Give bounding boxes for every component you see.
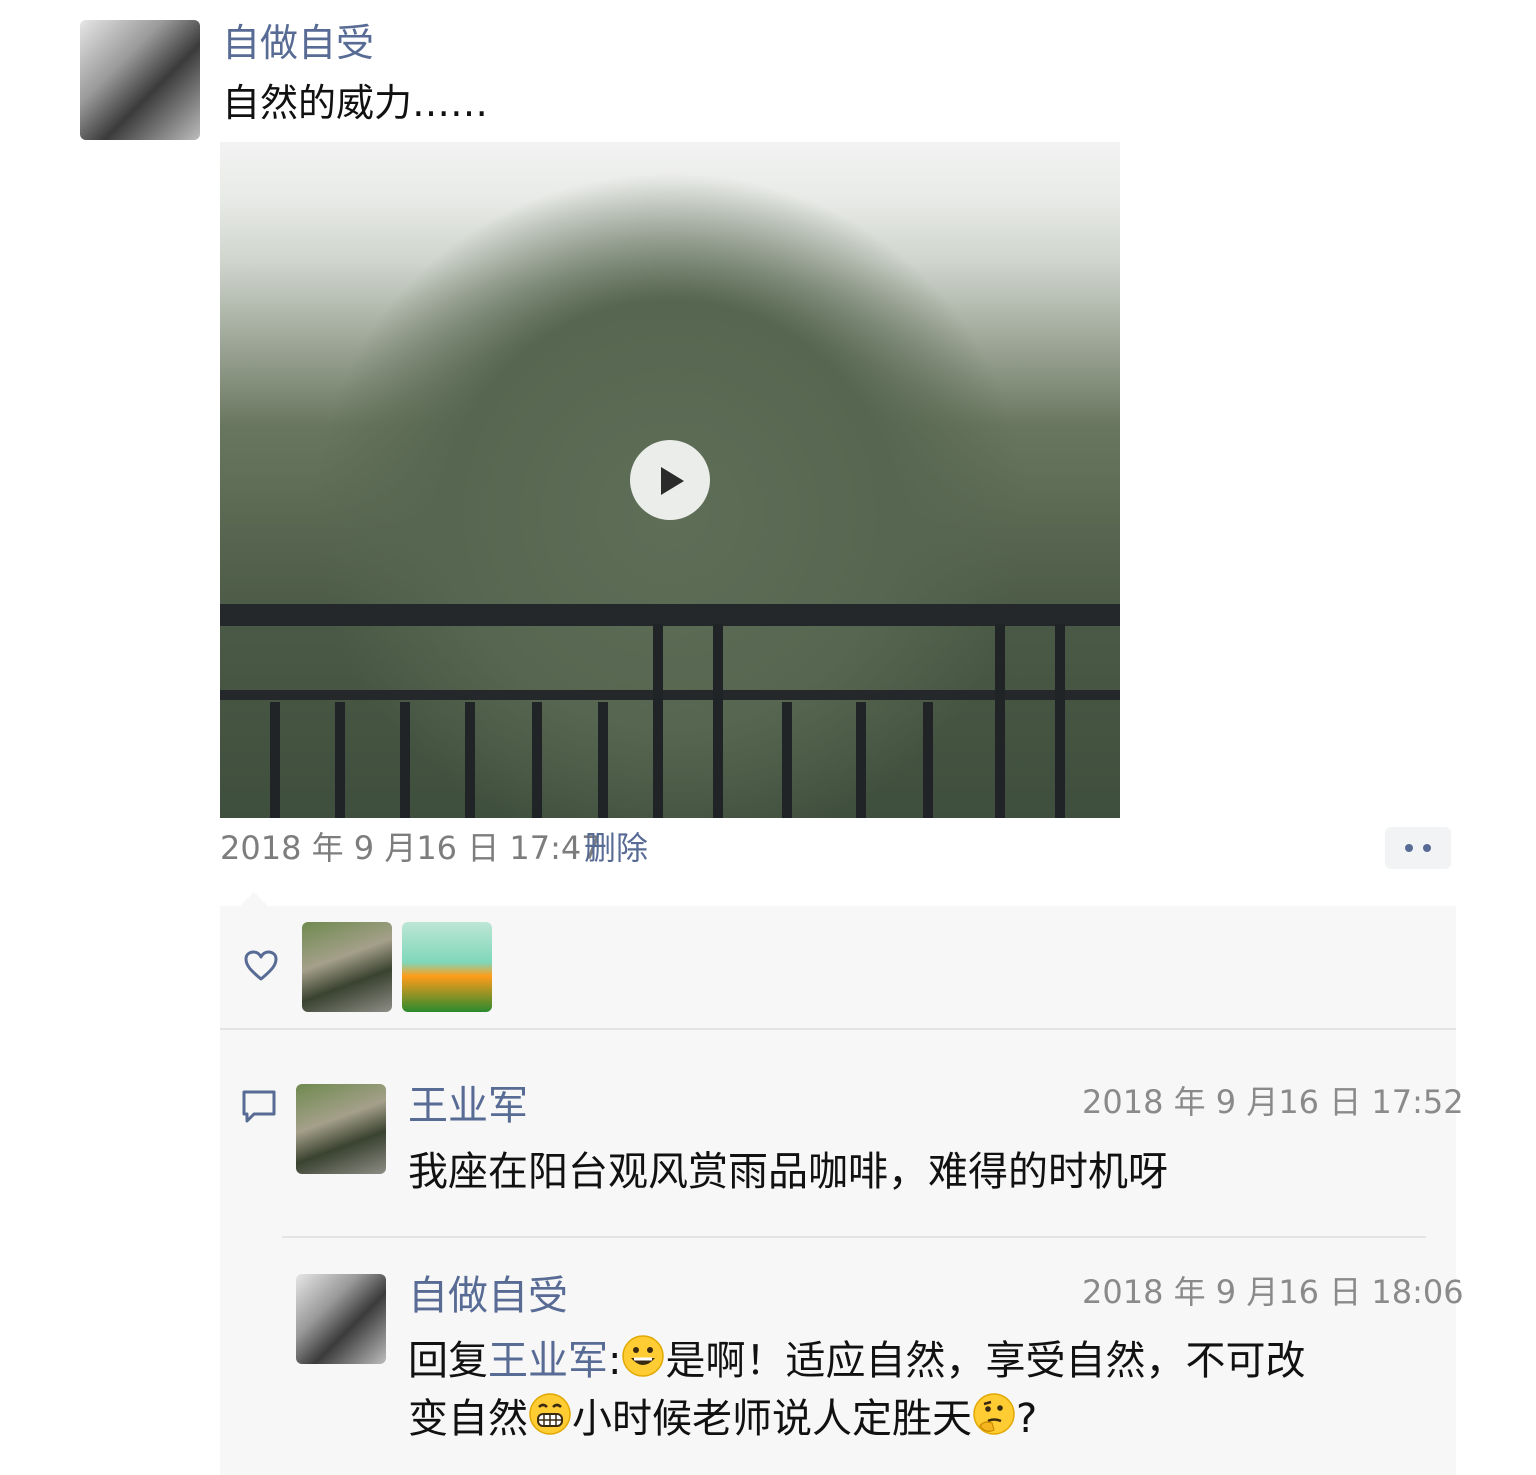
comment-divider — [282, 1236, 1426, 1238]
reply-text: 回复王业军: 是啊！适应自然，享受自然，不可改 变自然 小时候老师说人定胜天? — [408, 1334, 1438, 1450]
post-timestamp: 2018 年 9 月16 日 17:47 — [220, 829, 602, 867]
comment-author[interactable]: 王业军 — [408, 1080, 528, 1132]
post-author-avatar[interactable] — [80, 20, 200, 140]
comment-text: 我座在阳台观风赏雨品咖啡，难得的时机呀 — [408, 1149, 1168, 1195]
reply-text-part2: 变自然 — [408, 1396, 528, 1442]
delete-button[interactable]: 删除 — [584, 826, 648, 870]
reply-colon: : — [608, 1338, 622, 1384]
thinking-emoji-icon — [972, 1392, 1016, 1450]
like-avatar-wang-yejun[interactable] — [302, 922, 392, 1012]
like-avatar-ad[interactable] — [402, 922, 492, 1012]
comment-icon — [240, 1088, 278, 1130]
comment-avatar[interactable] — [296, 1274, 386, 1364]
reply-to-user[interactable]: 王业军 — [488, 1338, 608, 1384]
reply-text-part1: 是啊！适应自然，享受自然，不可改 — [665, 1338, 1306, 1384]
comment-author[interactable]: 自做自受 — [408, 1270, 568, 1322]
reply-text-end: ? — [1016, 1396, 1038, 1442]
comment-avatar[interactable] — [296, 1084, 386, 1174]
comment-time: 2018 年 9 月16 日 17:52 — [1082, 1083, 1464, 1121]
more-button[interactable] — [1385, 827, 1451, 869]
reply-prefix: 回复 — [408, 1338, 488, 1384]
grimacing-emoji-icon — [528, 1392, 572, 1450]
play-icon[interactable] — [630, 440, 710, 520]
post-text: 自然的威力…… — [222, 81, 489, 125]
panel-notch — [240, 892, 268, 906]
reply-text-part3: 小时候老师说人定胜天 — [572, 1396, 972, 1442]
likes-divider — [220, 1028, 1456, 1030]
grinning-emoji-icon — [621, 1334, 665, 1392]
post-author-name[interactable]: 自做自受 — [222, 18, 374, 68]
comment-time: 2018 年 9 月16 日 18:06 — [1082, 1273, 1464, 1311]
post-video[interactable] — [220, 142, 1120, 818]
heart-icon[interactable] — [244, 950, 278, 986]
